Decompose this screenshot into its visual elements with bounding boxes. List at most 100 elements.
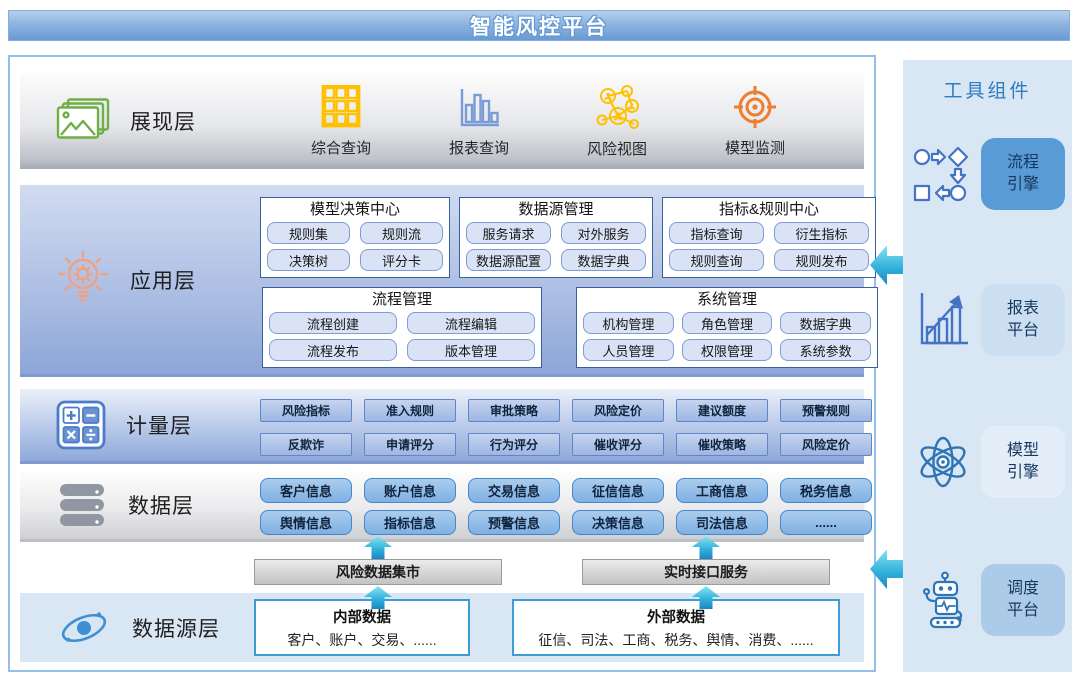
group-indicator-rule-center: 指标&规则中心 指标查询 衍生指标 规则查询 规则发布 (662, 197, 876, 278)
tool-model-engine: 模型引擎 (911, 426, 1069, 498)
up-arrow-icon (363, 536, 393, 559)
metric-chip: 审批策略 (468, 399, 560, 422)
group-system-management: 系统管理 机构管理 角色管理 数据字典 人员管理 权限管理 系统参数 (576, 287, 878, 368)
presentation-item-label: 报表查询 (449, 137, 509, 158)
module-button: 流程创建 (269, 312, 397, 334)
application-label-zone: 应用层 (34, 185, 256, 374)
tool-report-platform: 报表平台 (911, 284, 1069, 356)
layer-data: 数据层 客户信息 账户信息 交易信息 征信信息 工商信息 税务信息 舆情信息 指… (20, 470, 864, 542)
report-chart-icon (911, 291, 975, 349)
data-chip: 账户信息 (364, 478, 456, 503)
presentation-label-zone: 展现层 (34, 73, 256, 169)
presentation-item: 风险视图 (562, 84, 672, 159)
tool-box: 调度平台 (981, 564, 1065, 636)
bar-chart-icon (457, 85, 501, 129)
data-chip: 交易信息 (468, 478, 560, 503)
data-chip: 预警信息 (468, 510, 560, 535)
presentation-item: 综合查询 (286, 85, 396, 158)
module-button: 版本管理 (407, 339, 535, 361)
metric-chip: 风险定价 (572, 399, 664, 422)
presentation-items: 综合查询 报表查询 (260, 73, 858, 169)
module-button: 规则集 (267, 222, 350, 244)
tool-box: 报表平台 (981, 284, 1065, 356)
metric-chip: 建议额度 (676, 399, 768, 422)
bar-risk-data-mart: 风险数据集市 (254, 559, 502, 585)
layer-label: 数据源层 (132, 613, 220, 643)
gallery-icon (56, 98, 110, 144)
source-box-internal-data: 内部数据 客户、账户、交易、...... (254, 599, 470, 656)
galaxy-icon (56, 603, 112, 653)
metric-chip: 反欺诈 (260, 433, 352, 456)
layer-label: 数据层 (128, 490, 194, 520)
left-arrow-icon (870, 546, 903, 592)
datasource-label-zone: 数据源层 (34, 593, 256, 662)
group-title: 数据源管理 (466, 200, 646, 220)
module-button: 指标查询 (669, 222, 764, 244)
application-groups: 模型决策中心 规则集 规则流 决策树 评分卡 数据源管理 服务请求 对外服务 数… (260, 185, 872, 374)
layer-measurement: 计量层 风险指标 准入规则 审批策略 风险定价 建议额度 预警规则 反欺诈 申请… (20, 389, 864, 464)
module-button: 规则发布 (774, 249, 869, 271)
metric-chip: 准入规则 (364, 399, 456, 422)
presentation-item: 模型监测 (700, 85, 810, 158)
module-button: 数据字典 (561, 249, 646, 271)
layer-label: 应用层 (130, 265, 196, 295)
data-chip: 舆情信息 (260, 510, 352, 535)
data-chip: 税务信息 (780, 478, 872, 503)
tool-scheduling-platform: 调度平台 (911, 564, 1069, 636)
database-icon (56, 482, 108, 528)
data-chip: ...... (780, 510, 872, 535)
module-button: 数据字典 (780, 312, 871, 334)
up-arrow-icon (691, 536, 721, 559)
presentation-item-label: 综合查询 (311, 137, 371, 158)
module-button: 角色管理 (682, 312, 773, 334)
module-button: 系统参数 (780, 339, 871, 361)
tool-flow-engine: 流程引擎 (911, 138, 1069, 210)
measurement-chips: 风险指标 准入规则 审批策略 风险定价 建议额度 预警规则 反欺诈 申请评分 行… (260, 399, 872, 456)
up-arrow-icon (691, 586, 721, 609)
group-title: 流程管理 (269, 290, 535, 310)
calculator-icon (56, 400, 106, 450)
module-button: 规则查询 (669, 249, 764, 271)
architecture-panel: 展现层 综合查询 (8, 55, 876, 672)
metric-chip: 风险指标 (260, 399, 352, 422)
tool-label: 模型引擎 (1005, 440, 1041, 483)
source-box-desc: 客户、账户、交易、...... (287, 630, 436, 650)
group-title: 指标&规则中心 (669, 200, 869, 220)
metric-chip: 申请评分 (364, 433, 456, 456)
target-icon (733, 85, 777, 129)
metric-chip: 催收评分 (572, 433, 664, 456)
module-button: 评分卡 (360, 249, 443, 271)
bulb-gear-icon (56, 250, 110, 310)
layer-label: 展现层 (130, 106, 196, 136)
group-title: 模型决策中心 (267, 200, 443, 220)
grid-icon (319, 85, 363, 129)
data-label-zone: 数据层 (34, 470, 256, 539)
bar-label: 风险数据集市 (336, 562, 420, 582)
platform-banner: 智能风控平台 (8, 10, 1070, 41)
data-chip: 司法信息 (676, 510, 768, 535)
module-button: 服务请求 (466, 222, 551, 244)
module-button: 对外服务 (561, 222, 646, 244)
data-chip: 指标信息 (364, 510, 456, 535)
presentation-item-label: 模型监测 (725, 137, 785, 158)
module-button: 流程发布 (269, 339, 397, 361)
data-chips: 客户信息 账户信息 交易信息 征信信息 工商信息 税务信息 舆情信息 指标信息 … (260, 478, 872, 535)
tool-label: 流程引擎 (1005, 152, 1041, 195)
data-chip: 工商信息 (676, 478, 768, 503)
flowchart-icon (911, 146, 975, 202)
module-button: 衍生指标 (774, 222, 869, 244)
data-chip: 客户信息 (260, 478, 352, 503)
tools-sidebar: 工具组件 流程引擎 (903, 60, 1072, 672)
layer-label: 计量层 (126, 410, 192, 440)
data-chip: 征信信息 (572, 478, 664, 503)
left-arrow-icon (870, 242, 903, 288)
network-icon (594, 84, 640, 130)
tool-label: 调度平台 (1005, 578, 1041, 621)
platform-title: 智能风控平台 (470, 11, 608, 41)
layer-presentation: 展现层 综合查询 (20, 73, 864, 169)
module-button: 机构管理 (583, 312, 674, 334)
module-button: 权限管理 (682, 339, 773, 361)
application-groups-top: 模型决策中心 规则集 规则流 决策树 评分卡 数据源管理 服务请求 对外服务 数… (260, 197, 876, 278)
sidebar-title: 工具组件 (903, 76, 1072, 103)
tool-box: 流程引擎 (981, 138, 1065, 210)
